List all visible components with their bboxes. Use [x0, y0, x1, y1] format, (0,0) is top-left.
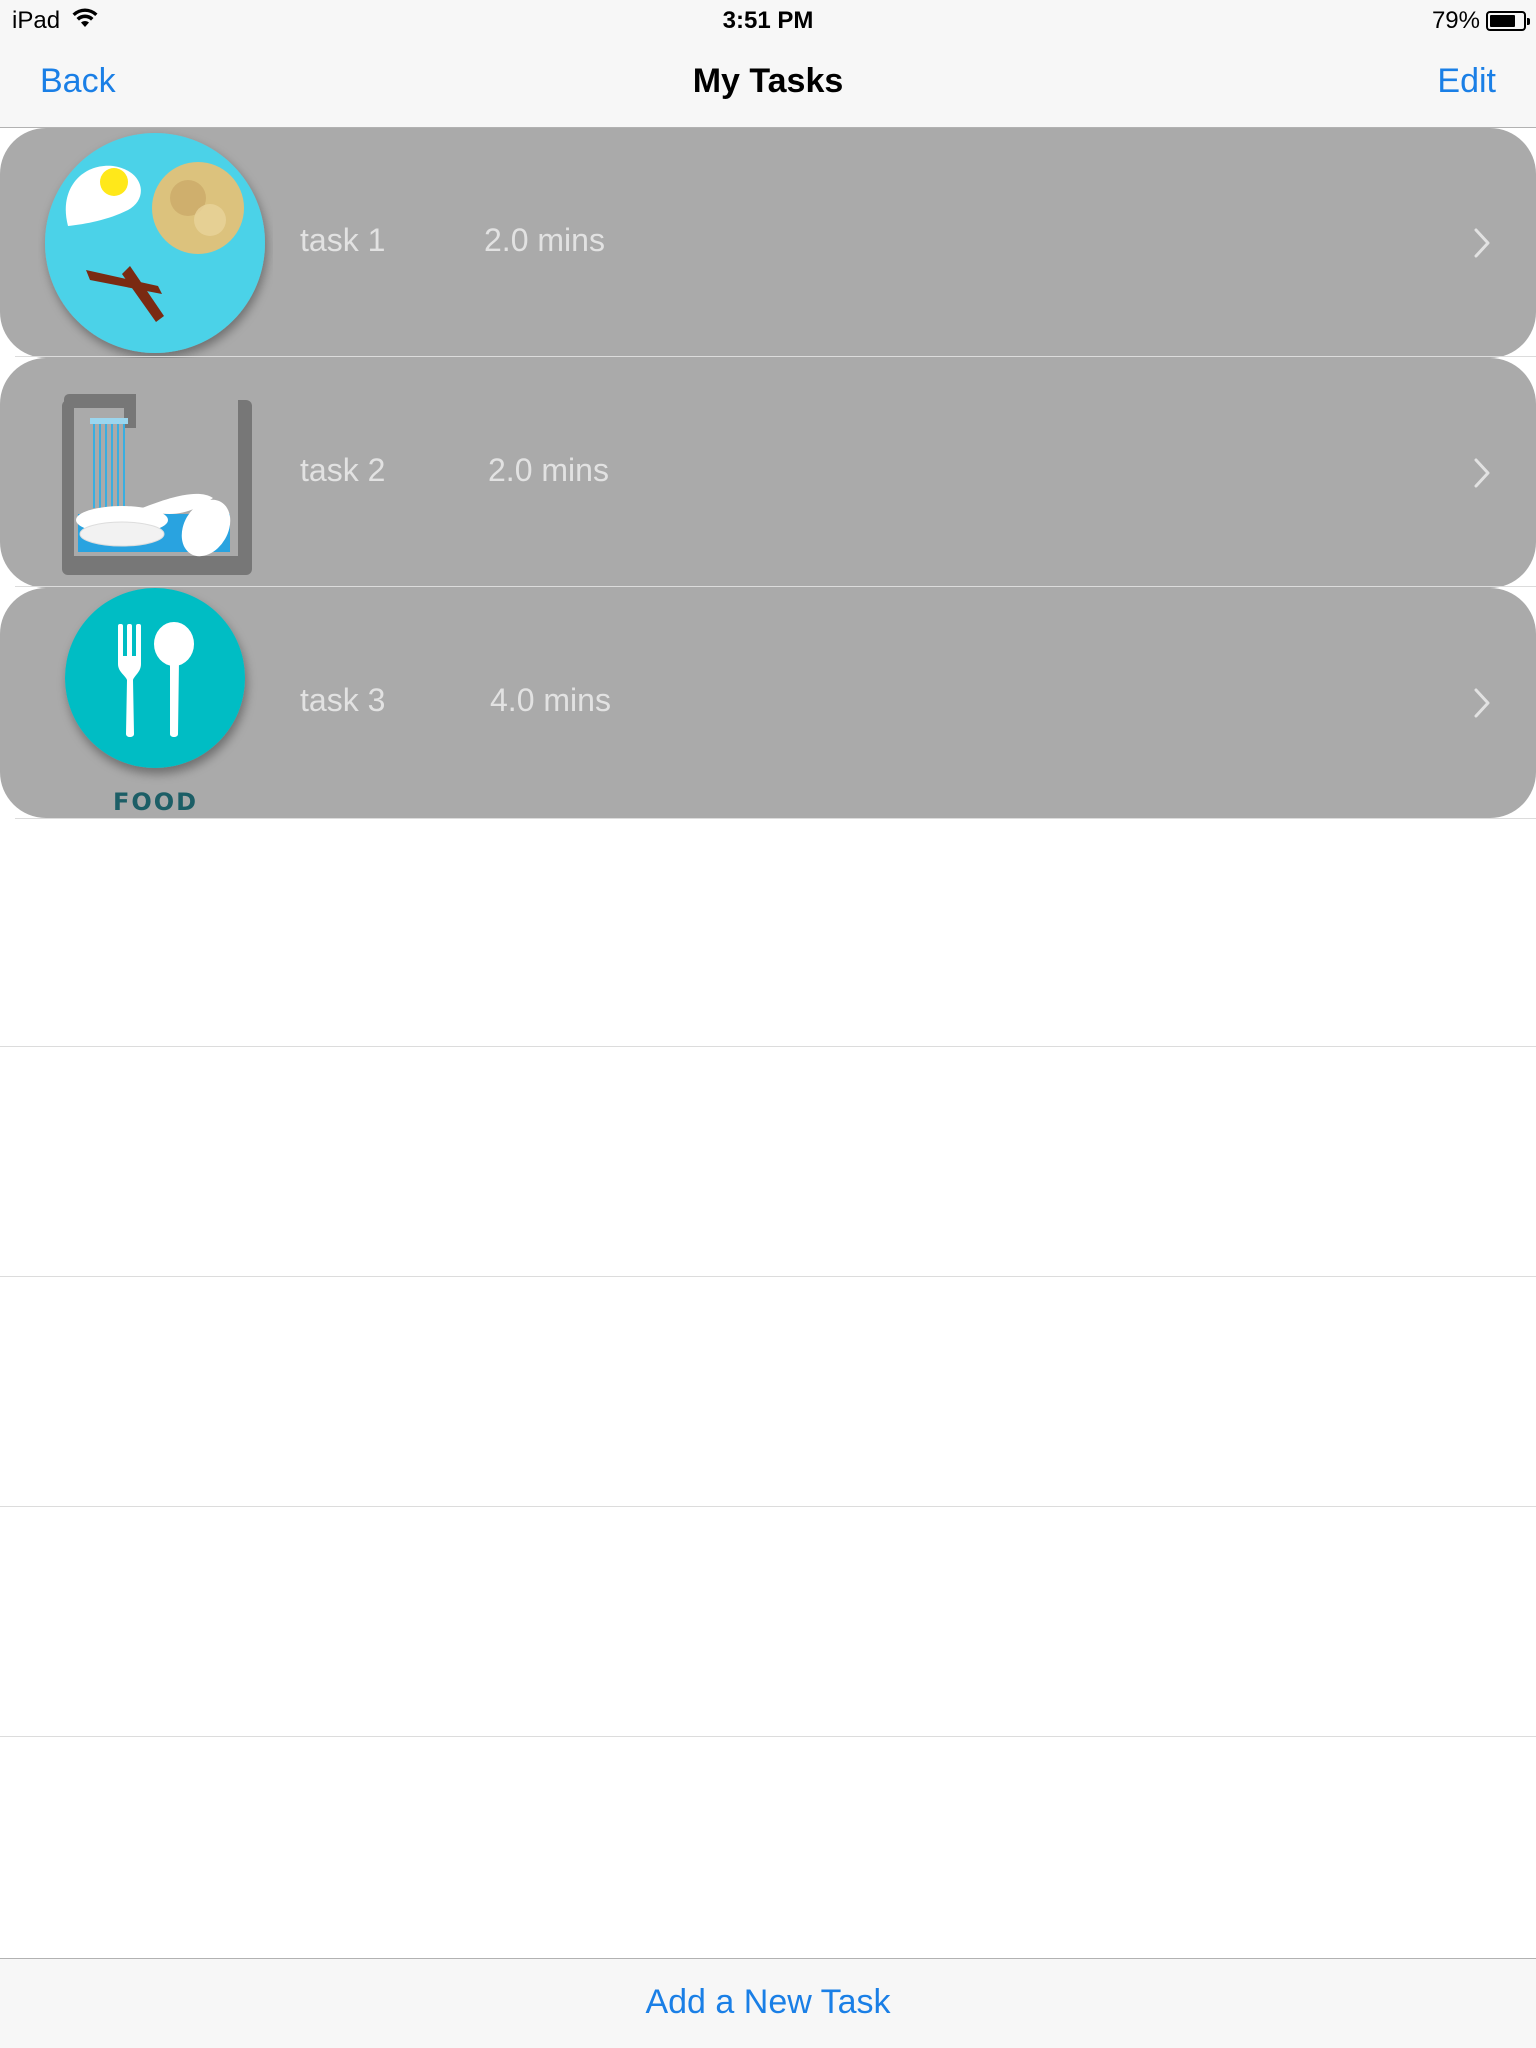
- battery-icon: [1486, 11, 1530, 31]
- chevron-right-icon: [1472, 686, 1492, 720]
- row-separator: [15, 356, 1536, 357]
- battery-level-fill: [1490, 15, 1516, 27]
- empty-row-separator: [0, 1276, 1536, 1277]
- empty-row-separator: [0, 1046, 1536, 1047]
- bottom-toolbar: Add a New Task: [0, 1958, 1536, 2048]
- food-utensils-icon: FOOD: [38, 588, 273, 818]
- row-separator: [15, 586, 1536, 587]
- empty-row-separator: [0, 1506, 1536, 1507]
- status-bar: iPad 3:51 PM 79%: [0, 0, 1536, 40]
- chevron-right-icon: [1472, 226, 1492, 260]
- breakfast-plate-icon: [38, 128, 273, 358]
- task-duration: 2.0 mins: [484, 222, 605, 258]
- dishwashing-sink-icon: [38, 358, 273, 588]
- chevron-right-icon: [1472, 456, 1492, 490]
- task-name: task 3: [300, 682, 386, 718]
- task-duration: 2.0 mins: [488, 452, 609, 488]
- edit-button[interactable]: Edit: [1437, 62, 1496, 101]
- add-new-task-button[interactable]: Add a New Task: [0, 1983, 1536, 2022]
- navigation-bar: Back My Tasks Edit: [0, 40, 1536, 128]
- task-row[interactable]: task 1 2.0 mins: [0, 128, 1536, 358]
- battery-percentage: 79%: [1431, 7, 1480, 34]
- task-row[interactable]: FOOD task 3 4.0 mins: [0, 588, 1536, 818]
- status-time: 3:51 PM: [722, 7, 814, 34]
- row-separator: [15, 818, 1536, 819]
- task-row[interactable]: task 2 2.0 mins: [0, 358, 1536, 588]
- page-title: My Tasks: [692, 62, 844, 100]
- task-name: task 2: [300, 452, 386, 488]
- task-name: task 1: [300, 222, 386, 258]
- status-right: 79%: [1431, 7, 1530, 35]
- task-duration: 4.0 mins: [490, 682, 611, 718]
- food-caption: FOOD: [112, 788, 199, 816]
- empty-row-separator: [0, 1736, 1536, 1737]
- task-list-screen: iPad 3:51 PM 79% Back My Tasks Edit task…: [0, 0, 1536, 2048]
- task-table: task 1 2.0 mins task 2 2.0 mins FOOD tas…: [0, 128, 1536, 1958]
